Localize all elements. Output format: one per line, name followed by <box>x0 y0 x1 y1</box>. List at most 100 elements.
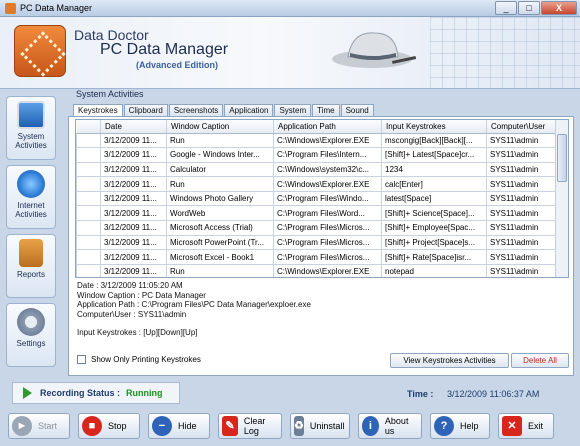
tab-clipboard[interactable]: Clipboard <box>123 104 168 116</box>
start-button[interactable]: ► Start <box>8 413 70 439</box>
clear-log-button[interactable]: ✎ Clear Log <box>218 413 282 439</box>
sidebar-item-label: Settings <box>16 339 46 348</box>
table-row[interactable]: 3/12/2009 11... Microsoft PowerPoint (Tr.… <box>76 234 557 251</box>
detail-computer-user: Computer\User : SYS11\admin <box>77 309 187 319</box>
help-button[interactable]: ? Help <box>430 413 490 439</box>
printing-keystrokes-checkbox[interactable] <box>77 355 86 364</box>
brand-edition: (Advanced Edition) <box>136 60 219 70</box>
table-row[interactable]: 3/12/2009 11... Google - Windows Inter...… <box>76 147 557 163</box>
column-header-computer-user[interactable]: Computer\User <box>486 120 557 134</box>
cell-window-caption: Run <box>166 132 274 149</box>
uninstall-button[interactable]: ♻ Uninstall <box>290 413 350 439</box>
row-blank-cell <box>76 263 101 277</box>
keystrokes-panel: Date Window Caption Application Path Inp… <box>68 116 574 376</box>
tab-system[interactable]: System <box>274 104 312 116</box>
tab-application[interactable]: Application <box>224 104 274 116</box>
recording-status-box: Recording Status : Running <box>12 382 180 404</box>
column-header-blank <box>76 120 101 134</box>
sidebar-item-reports[interactable]: Reports <box>6 234 56 298</box>
tab-screenshots[interactable]: Screenshots <box>168 104 224 116</box>
table-row[interactable]: 3/12/2009 11... Microsoft Access (Trial) C… <box>76 220 557 236</box>
column-header-input-keystrokes[interactable]: Input Keystrokes <box>381 120 487 134</box>
column-header-date[interactable]: Date <box>100 120 167 134</box>
column-header-application-path[interactable]: Application Path <box>273 120 382 134</box>
table-row[interactable]: 3/12/2009 11... Calculator C:\Windows\syst… <box>76 161 557 178</box>
cell-date: 3/12/2009 11... <box>100 263 167 277</box>
table-row[interactable]: 3/12/2009 11... Run C:\Windows\Explorer.EX… <box>76 176 557 192</box>
column-header-window-caption[interactable]: Window Caption <box>166 120 274 134</box>
printing-keystrokes-filter[interactable]: Show Only Printing Keystrokes <box>77 355 201 364</box>
cell-input-keystrokes: 1234 <box>381 161 487 178</box>
cell-date: 3/12/2009 11... <box>100 132 167 149</box>
table-row[interactable]: 3/12/2009 11... WordWeb C:\Program Files\W… <box>76 205 557 222</box>
cell-window-caption: Run <box>166 263 274 277</box>
tab-sound[interactable]: Sound <box>340 104 374 116</box>
main-content: System Activities Keystrokes Clipboard S… <box>62 89 578 377</box>
row-blank-cell <box>76 147 101 163</box>
about-us-button[interactable]: i About us <box>358 413 422 439</box>
keystrokes-table-container: Date Window Caption Application Path Inp… <box>75 119 569 278</box>
table-header-row: Date Window Caption Application Path Inp… <box>76 120 557 134</box>
stop-icon: ■ <box>82 416 102 436</box>
hide-button[interactable]: − Hide <box>148 413 210 439</box>
sidebar-item-internet-activities[interactable]: Internet Activities <box>6 165 56 229</box>
printing-keystrokes-label: Show Only Printing Keystrokes <box>91 355 201 364</box>
gear-icon <box>17 308 45 336</box>
table-vertical-scrollbar[interactable] <box>555 120 568 277</box>
uninstall-button-label: Uninstall <box>309 421 345 431</box>
cell-input-keystrokes: [Shift]+ Latest[Space]cr... <box>381 147 487 163</box>
row-blank-cell <box>76 234 101 251</box>
row-blank-cell <box>76 205 101 222</box>
recording-status-value: Running <box>126 388 163 398</box>
app-icon <box>5 2 16 14</box>
help-button-label: Help <box>460 421 479 431</box>
table-row[interactable]: 3/12/2009 11... Microsoft Excel - Book1 C:… <box>76 249 557 265</box>
exit-button[interactable]: ✕ Exit <box>498 413 554 439</box>
view-keystrokes-activities-button[interactable]: View Keystrokes Activities <box>390 353 509 368</box>
cell-date: 3/12/2009 11... <box>100 176 167 192</box>
cell-window-caption: WordWeb <box>166 205 274 222</box>
row-blank-cell <box>76 190 101 207</box>
cell-application-path: C:\Program Files\Intern... <box>273 147 382 163</box>
cell-window-caption: Microsoft PowerPoint (Tr... <box>166 234 274 251</box>
row-blank-cell <box>76 249 101 265</box>
cell-application-path: C:\Program Files\Word... <box>273 205 382 222</box>
table-row[interactable]: 3/12/2009 11... Windows Photo Gallery C:\P… <box>76 190 557 207</box>
cell-date: 3/12/2009 11... <box>100 147 167 163</box>
close-icon: ✕ <box>502 416 522 436</box>
start-button-label: Start <box>38 421 58 431</box>
table-row[interactable]: 3/12/2009 11... Run C:\Windows\Explorer.EX… <box>76 263 557 277</box>
cell-computer-user: SYS11\admin <box>486 220 557 236</box>
minus-icon: − <box>152 416 172 436</box>
play-icon: ► <box>12 416 32 436</box>
cell-input-keystrokes: [Shift]+ Project[Space]s... <box>381 234 487 251</box>
stop-button[interactable]: ■ Stop <box>78 413 140 439</box>
cell-computer-user: SYS11\admin <box>486 205 557 222</box>
cell-date: 3/12/2009 11... <box>100 220 167 236</box>
delete-all-button[interactable]: Delete All <box>511 353 569 368</box>
minimize-button[interactable]: _ <box>495 1 517 15</box>
cell-application-path: C:\Windows\Explorer.EXE <box>273 263 382 277</box>
cell-application-path: C:\Program Files\Micros... <box>273 220 382 236</box>
cell-application-path: C:\Windows\system32\c... <box>273 161 382 178</box>
cell-window-caption: Microsoft Excel - Book1 <box>166 249 274 265</box>
cell-window-caption: Windows Photo Gallery <box>166 190 274 207</box>
header-banner: Data Doctor PC Data Manager (Advanced Ed… <box>0 17 580 89</box>
cell-computer-user: SYS11\admin <box>486 161 557 178</box>
cell-window-caption: Calculator <box>166 161 274 178</box>
table-row[interactable]: 3/12/2009 11... Run C:\Windows\Explorer.EX… <box>76 132 557 149</box>
sidebar-item-settings[interactable]: Settings <box>6 303 56 367</box>
cell-date: 3/12/2009 11... <box>100 205 167 222</box>
detail-application-path: Application Path : C:\Program Files\PC D… <box>77 300 311 309</box>
tab-time[interactable]: Time <box>312 104 340 116</box>
window-title: PC Data Manager <box>20 3 93 13</box>
scrollbar-thumb[interactable] <box>557 134 567 182</box>
maximize-button[interactable]: □ <box>518 1 540 15</box>
info-icon: i <box>362 416 379 436</box>
sidebar-item-system-activities[interactable]: System Activities <box>6 96 56 160</box>
detail-window-caption: Window Caption : PC Data Manager <box>77 290 206 300</box>
close-window-button[interactable]: X <box>541 1 577 15</box>
cell-date: 3/12/2009 11... <box>100 161 167 178</box>
brand-product: PC Data Manager <box>100 41 229 58</box>
cell-window-caption: Run <box>166 176 274 192</box>
